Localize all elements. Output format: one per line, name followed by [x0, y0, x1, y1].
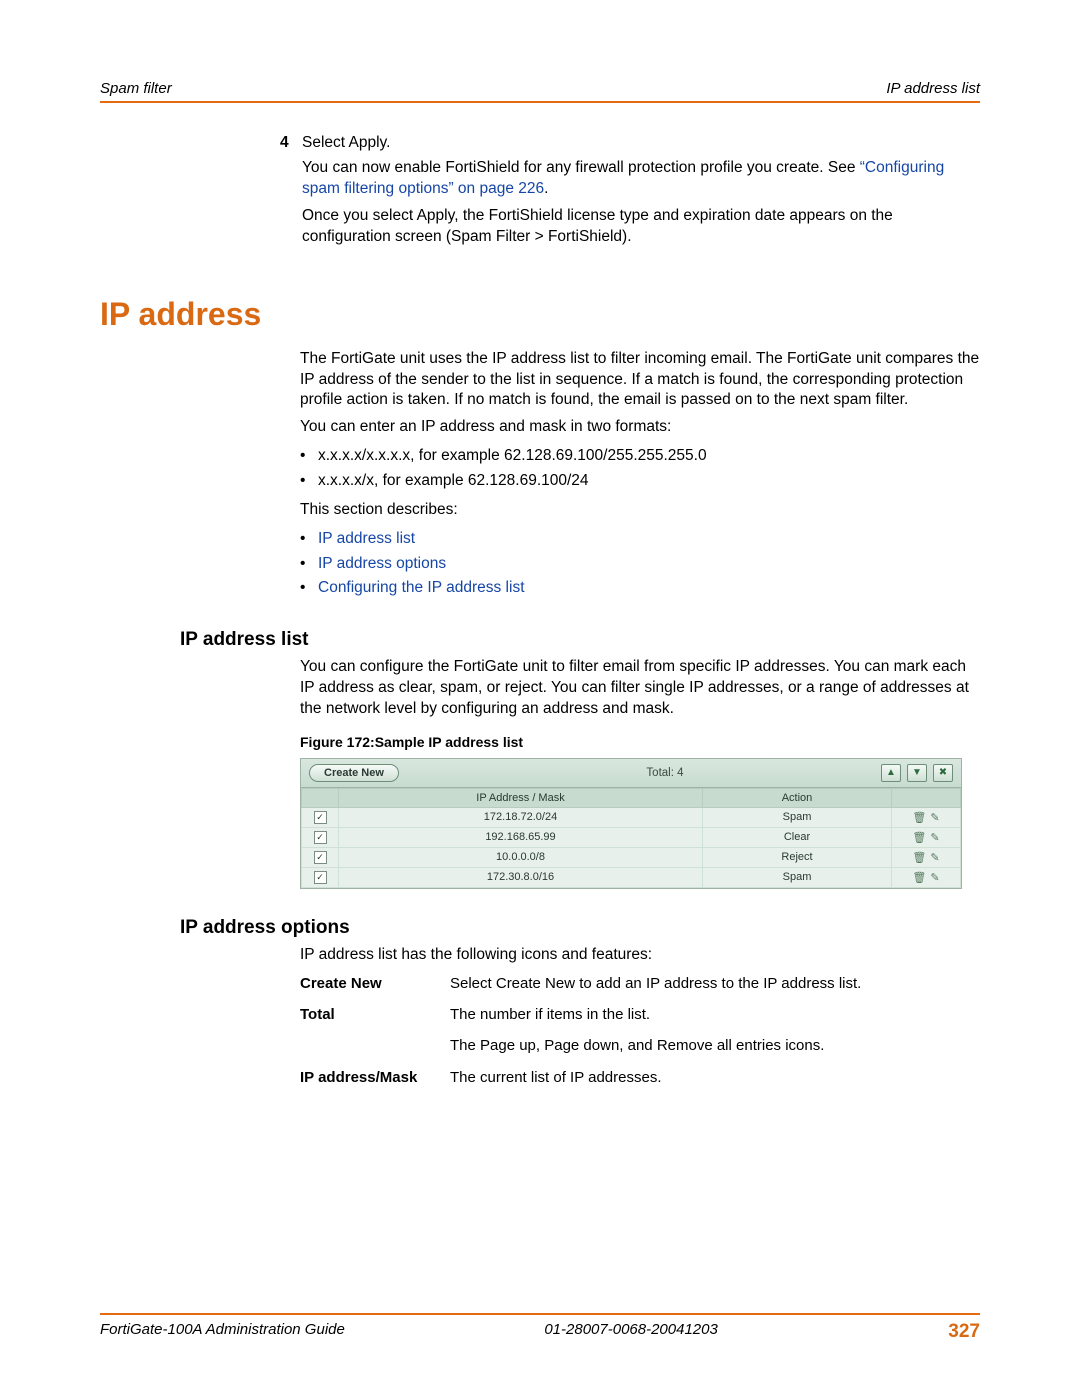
def-desc: Select Create New to add an IP address t…: [450, 972, 980, 995]
ip-options-lead: IP address list has the following icons …: [300, 945, 980, 966]
cell-ip: 172.30.8.0/16: [339, 867, 703, 887]
delete-icon[interactable]: 🗑: [912, 832, 926, 844]
section-heading-ip-address: IP address: [100, 296, 980, 333]
row-checkbox[interactable]: ✓: [314, 871, 327, 884]
ip-formats-lead: You can enter an IP address and mask in …: [300, 417, 980, 438]
def-desc: The Page up, Page down, and Remove all e…: [450, 1034, 980, 1057]
cell-action: Spam: [703, 807, 892, 827]
step-text-2b: .: [544, 180, 548, 197]
subheading-ip-address-options: IP address options: [180, 917, 980, 939]
page-down-icon[interactable]: ▼: [907, 764, 927, 782]
step-number: 4: [280, 133, 302, 154]
cell-action: Clear: [703, 827, 892, 847]
def-term: [300, 1034, 450, 1057]
delete-icon[interactable]: 🗑: [912, 812, 926, 824]
subheading-ip-address-list: IP address list: [180, 629, 980, 651]
def-term: Total: [300, 1003, 450, 1026]
ip-formats-list: x.x.x.x/x.x.x.x, for example 62.128.69.1…: [300, 444, 980, 494]
edit-icon[interactable]: ✎: [930, 852, 939, 864]
running-header-right: IP address list: [886, 80, 980, 97]
cell-ip: 10.0.0.0/8: [339, 847, 703, 867]
col-action: Action: [703, 788, 892, 807]
table-row: ✓ 172.18.72.0/24 Spam 🗑 ✎: [302, 807, 961, 827]
list-item: x.x.x.x/x.x.x.x, for example 62.128.69.1…: [300, 444, 980, 469]
page-number: 327: [948, 1321, 980, 1343]
edit-icon[interactable]: ✎: [930, 832, 939, 844]
link-ip-address-options[interactable]: IP address options: [318, 555, 446, 572]
step-text-3: Once you select Apply, the FortiShield l…: [302, 206, 980, 248]
col-icons: [892, 788, 961, 807]
row-checkbox[interactable]: ✓: [314, 851, 327, 864]
def-desc: The current list of IP addresses.: [450, 1066, 980, 1089]
delete-icon[interactable]: 🗑: [912, 852, 926, 864]
col-ip-mask: IP Address / Mask: [339, 788, 703, 807]
footer-mid: 01-28007-0068-20041203: [544, 1321, 948, 1343]
delete-icon[interactable]: 🗑: [912, 872, 926, 884]
cell-ip: 192.168.65.99: [339, 827, 703, 847]
running-header-left: Spam filter: [100, 80, 172, 97]
step-text-2a: You can now enable FortiShield for any f…: [302, 159, 860, 176]
ip-list-body: You can configure the FortiGate unit to …: [300, 657, 980, 720]
cell-ip: 172.18.72.0/24: [339, 807, 703, 827]
describes-lead: This section describes:: [300, 500, 980, 521]
table-row: ✓ 192.168.65.99 Clear 🗑 ✎: [302, 827, 961, 847]
describes-list: IP address list IP address options Confi…: [300, 527, 980, 601]
link-ip-address-list[interactable]: IP address list: [318, 530, 415, 547]
def-desc: The number if items in the list.: [450, 1003, 980, 1026]
cell-action: Spam: [703, 867, 892, 887]
def-term: IP address/Mask: [300, 1066, 450, 1089]
table-row: ✓ 10.0.0.0/8 Reject 🗑 ✎: [302, 847, 961, 867]
edit-icon[interactable]: ✎: [930, 812, 939, 824]
header-rule: [100, 101, 980, 103]
footer-left: FortiGate-100A Administration Guide: [100, 1321, 544, 1343]
row-checkbox[interactable]: ✓: [314, 831, 327, 844]
create-new-button[interactable]: Create New: [309, 764, 399, 782]
link-configuring-ip-list[interactable]: Configuring the IP address list: [318, 579, 525, 596]
footer-rule: [100, 1313, 980, 1315]
table-row: ✓ 172.30.8.0/16 Spam 🗑 ✎: [302, 867, 961, 887]
remove-all-icon[interactable]: ✖: [933, 764, 953, 782]
total-label: Total: 4: [449, 767, 881, 779]
row-checkbox[interactable]: ✓: [314, 811, 327, 824]
def-term: Create New: [300, 972, 450, 995]
ip-list-screenshot: Create New Total: 4 ▲ ▼ ✖ IP Address / M…: [300, 758, 962, 889]
page-up-icon[interactable]: ▲: [881, 764, 901, 782]
cell-action: Reject: [703, 847, 892, 867]
step-text-1: Select Apply.: [302, 133, 390, 154]
col-checkbox: [302, 788, 339, 807]
ip-intro: The FortiGate unit uses the IP address l…: [300, 349, 980, 412]
figure-caption: Figure 172:Sample IP address list: [300, 734, 980, 750]
options-definition-list: Create New Select Create New to add an I…: [300, 972, 980, 1089]
edit-icon[interactable]: ✎: [930, 872, 939, 884]
list-item: x.x.x.x/x, for example 62.128.69.100/24: [300, 469, 980, 494]
